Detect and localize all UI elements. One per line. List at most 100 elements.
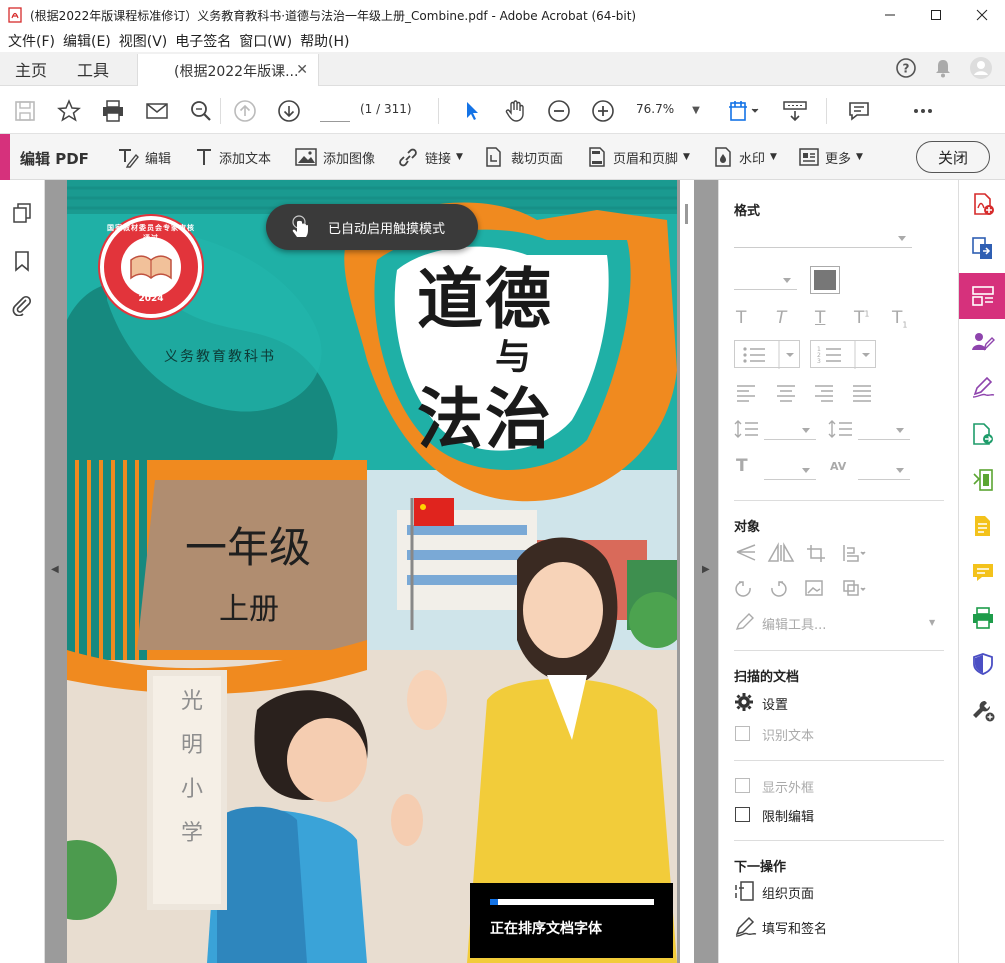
- crop-pages-button[interactable]: 裁切页面: [482, 146, 563, 168]
- bullet-list-dropdown[interactable]: [734, 340, 800, 369]
- numbered-list-dropdown[interactable]: 123: [810, 340, 876, 369]
- save-button[interactable]: [12, 98, 38, 124]
- grade-label: 一年级: [185, 523, 312, 572]
- close-tab-icon[interactable]: ✕: [296, 62, 308, 78]
- school-sign: 光 明 小 学: [177, 680, 207, 856]
- comment-button[interactable]: [846, 98, 872, 124]
- tab-tools[interactable]: 工具: [77, 52, 109, 86]
- more-options-button[interactable]: [910, 98, 936, 124]
- maximize-button[interactable]: [913, 0, 959, 30]
- object-arrange-icons[interactable]: [734, 578, 904, 600]
- tab-document-label: (根据2022年版课...: [174, 63, 299, 80]
- edit-tool-button[interactable]: 编辑: [116, 146, 171, 168]
- request-signature-icon[interactable]: [971, 330, 995, 354]
- vertical-scrollbar[interactable]: [680, 180, 694, 963]
- font-family-dropdown[interactable]: [734, 228, 912, 248]
- menu-help[interactable]: 帮助(H): [296, 31, 353, 51]
- pdf-page[interactable]: 国家教材委员会专家审核通过 2024 义务教育教科书 道德 与 法治 一年级 上…: [67, 180, 677, 963]
- arrow-down-circle-icon: [278, 100, 300, 122]
- protect-shield-icon[interactable]: [971, 652, 995, 676]
- sticky-note-icon[interactable]: [971, 560, 995, 584]
- hand-tool-button[interactable]: [502, 98, 528, 124]
- bookmark-star-button[interactable]: [56, 98, 82, 124]
- svg-text:?: ?: [903, 62, 910, 76]
- line-spacing-dropdown[interactable]: [764, 420, 816, 440]
- previous-page-button[interactable]: [232, 98, 258, 124]
- settings-button[interactable]: 设置: [762, 694, 788, 713]
- add-text-icon: [197, 149, 211, 165]
- tab-home[interactable]: 主页: [15, 52, 47, 86]
- document-viewer[interactable]: 国家教材委员会专家审核通过 2024 义务教育教科书 道德 与 法治 一年级 上…: [45, 180, 718, 963]
- search-button[interactable]: [188, 98, 214, 124]
- char-scale-dropdown[interactable]: [764, 460, 816, 480]
- page-thumbnails-icon[interactable]: [11, 202, 33, 224]
- recognize-text-checkbox[interactable]: [735, 726, 750, 741]
- zoom-level-select[interactable]: 76.7% ▼: [636, 102, 700, 116]
- organize-pages-button[interactable]: 组织页面: [762, 883, 814, 902]
- zoom-out-button[interactable]: [546, 98, 572, 124]
- menu-window[interactable]: 窗口(W): [235, 31, 296, 51]
- print-production-icon[interactable]: [971, 606, 995, 630]
- collapse-right-panel-icon[interactable]: ▶: [702, 564, 710, 575]
- text-italic-icon[interactable]: T: [776, 308, 786, 328]
- menu-edit[interactable]: 编辑(E): [59, 31, 115, 51]
- menu-view[interactable]: 视图(V): [115, 31, 172, 51]
- zoom-in-button[interactable]: [590, 98, 616, 124]
- watermark-button[interactable]: 水印 ▼: [712, 146, 777, 168]
- email-button[interactable]: [144, 98, 170, 124]
- paragraph-spacing-dropdown[interactable]: [858, 420, 910, 440]
- touch-hand-icon: [292, 215, 308, 237]
- add-image-button[interactable]: 添加图像: [294, 146, 375, 168]
- text-bold-icon[interactable]: T: [736, 308, 746, 328]
- alignment-icons[interactable]: [734, 382, 934, 402]
- object-transform-icons[interactable]: [734, 542, 904, 564]
- close-window-button[interactable]: [959, 0, 1005, 30]
- page-number-input[interactable]: [320, 98, 350, 122]
- envelope-icon: [146, 103, 168, 119]
- collapse-left-panel-icon[interactable]: ◀: [51, 564, 59, 575]
- bookmarks-icon[interactable]: [11, 250, 33, 272]
- font-color-swatch[interactable]: [810, 266, 840, 294]
- print-button[interactable]: [100, 98, 126, 124]
- menu-esign[interactable]: 电子签名: [171, 31, 235, 51]
- tab-document[interactable]: (根据2022年版课... ✕: [137, 54, 319, 87]
- font-sorting-progress: 正在排序文档字体: [470, 883, 673, 958]
- add-image-label: 添加图像: [323, 151, 376, 167]
- menu-file[interactable]: 文件(F): [4, 31, 59, 51]
- create-pdf-icon[interactable]: [971, 192, 995, 216]
- edit-pdf-icon[interactable]: [971, 284, 995, 308]
- page-fit-button[interactable]: [726, 98, 762, 124]
- user-avatar-icon[interactable]: [969, 56, 993, 80]
- header-footer-button[interactable]: 页眉和页脚 ▼: [586, 146, 690, 168]
- edit-tools-label[interactable]: 编辑工具...: [762, 614, 826, 633]
- more-tools-button[interactable]: 更多 ▼: [798, 146, 863, 168]
- next-page-button[interactable]: [276, 98, 302, 124]
- close-edit-button[interactable]: 关闭: [916, 141, 990, 173]
- fill-and-sign-icon[interactable]: [971, 376, 995, 400]
- organize-pages-rail-icon[interactable]: [971, 468, 995, 492]
- show-bbox-checkbox[interactable]: [735, 778, 750, 793]
- scroll-mode-icon: [783, 101, 807, 122]
- char-spacing-dropdown[interactable]: [858, 460, 910, 480]
- fill-sign-button[interactable]: 填写和签名: [762, 918, 827, 937]
- export-pdf-icon[interactable]: [971, 422, 995, 446]
- edit-tools-chevron-icon[interactable]: ▼: [929, 618, 935, 627]
- help-icon[interactable]: ?: [895, 57, 917, 79]
- link-button[interactable]: 链接 ▼: [396, 146, 463, 168]
- subscript-icon[interactable]: T1: [892, 308, 907, 329]
- minimize-button[interactable]: [867, 0, 913, 30]
- scroll-mode-button[interactable]: [780, 98, 810, 124]
- text-underline-icon[interactable]: T: [815, 308, 825, 328]
- restrict-editing-checkbox[interactable]: [735, 807, 750, 822]
- font-size-dropdown[interactable]: [734, 270, 797, 290]
- comment-tool-icon[interactable]: [971, 514, 995, 538]
- add-text-button[interactable]: 添加文本: [194, 146, 271, 168]
- superscript-icon[interactable]: T1: [854, 308, 869, 328]
- bullet-list-icon: [743, 341, 794, 369]
- attachments-icon[interactable]: [11, 294, 33, 316]
- menu-bar: 文件(F) 编辑(E) 视图(V) 电子签名 窗口(W) 帮助(H): [0, 30, 1005, 52]
- select-tool-button[interactable]: [458, 98, 484, 124]
- more-tools-wrench-icon[interactable]: [971, 698, 995, 722]
- combine-files-icon[interactable]: [971, 236, 995, 260]
- notification-bell-icon[interactable]: [933, 57, 953, 79]
